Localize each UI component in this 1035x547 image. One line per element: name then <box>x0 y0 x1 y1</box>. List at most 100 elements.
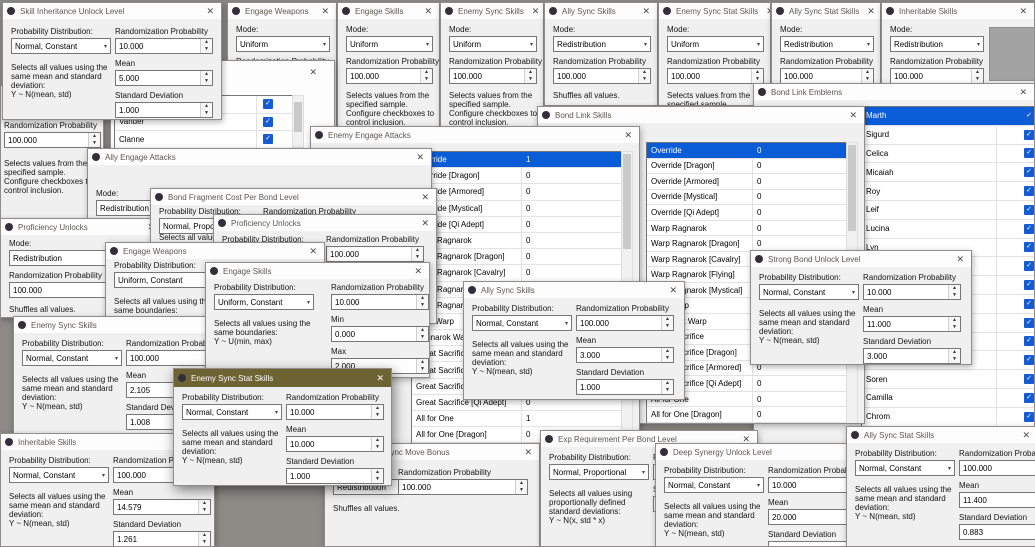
table-row[interactable]: Warp Ragnarok [Cavalry]0 <box>412 265 622 282</box>
spinner-up-icon[interactable]: ▲ <box>417 327 428 334</box>
spinner-up-icon[interactable]: ▲ <box>412 247 423 254</box>
checkbox[interactable]: ✓ <box>1024 374 1034 385</box>
checkbox[interactable]: ✓ <box>1024 411 1034 422</box>
numeric-input[interactable]: 100.000▲▼ <box>667 68 764 84</box>
numeric-input[interactable]: 10.000 ▲▼ <box>286 436 384 452</box>
dropdown-select[interactable]: Redistribution ▾ <box>780 36 874 52</box>
spinner-down-icon[interactable]: ▼ <box>525 76 536 83</box>
spinner-down-icon[interactable]: ▼ <box>201 78 212 85</box>
spinner[interactable]: ▲▼ <box>371 469 383 483</box>
dropdown-select[interactable]: Normal, Constant ▾ <box>9 467 109 483</box>
numeric-input[interactable]: 1.261 ▲ ▼ <box>113 531 211 546</box>
spinner-up-icon[interactable]: ▲ <box>949 317 960 324</box>
spinner[interactable]: ▲▼ <box>948 349 960 363</box>
numeric-input[interactable]: 3.000 ▲ ▼ <box>863 348 961 364</box>
close-icon[interactable]: ✕ <box>521 447 535 458</box>
close-icon[interactable]: ✕ <box>666 285 680 296</box>
numeric-input[interactable]: 10.000 ▲▼ <box>863 284 961 300</box>
list-item[interactable]: Lucina ✓ <box>862 219 1034 239</box>
table-row[interactable]: Override [Mystical] 0 <box>647 189 847 206</box>
dropdown-select[interactable]: Uniform, Constant▾ <box>214 294 314 310</box>
scrollbar-thumb[interactable] <box>848 145 856 231</box>
numeric-input[interactable]: 0.883▲▼ <box>959 524 1035 540</box>
spinner-down-icon[interactable]: ▼ <box>972 76 983 83</box>
spinner-down-icon[interactable]: ▼ <box>752 76 763 83</box>
close-icon[interactable]: ✕ <box>203 6 217 17</box>
spinner-down-icon[interactable]: ▼ <box>201 110 212 117</box>
spinner-down-icon[interactable]: ▼ <box>662 387 673 394</box>
spinner-down-icon[interactable]: ▼ <box>417 302 428 309</box>
spinner-up-icon[interactable]: ▲ <box>972 69 983 76</box>
dropdown-select[interactable]: Uniform, Constant▾ <box>114 272 214 288</box>
checkbox[interactable]: ✓ <box>1024 355 1034 366</box>
spinner[interactable]: ▲▼ <box>416 295 428 309</box>
table-row[interactable]: Override [Qi Adept] 0 <box>647 205 847 221</box>
dropdown-select[interactable]: Uniform ▾ <box>236 36 330 52</box>
close-icon[interactable]: ✕ <box>864 6 878 17</box>
table-row[interactable]: Override 0 <box>647 143 847 159</box>
numeric-input[interactable]: 1.000 ▲ ▼ <box>115 102 213 118</box>
spinner-up-icon[interactable]: ▲ <box>516 480 527 487</box>
table-row[interactable]: All for One [Dragon] 0 <box>647 407 847 423</box>
checkbox[interactable]: ✓ <box>1024 242 1034 253</box>
spinner[interactable]: ▲▼ <box>200 103 212 117</box>
spinner-up-icon[interactable]: ▲ <box>949 349 960 356</box>
close-icon[interactable]: ✕ <box>413 152 427 163</box>
spinner-down-icon[interactable]: ▼ <box>201 46 212 53</box>
spinner[interactable]: ▲▼ <box>751 69 763 83</box>
spinner-up-icon[interactable]: ▲ <box>662 380 673 387</box>
dropdown-select[interactable]: Normal, Constant ▾ <box>22 350 122 366</box>
spinner-down-icon[interactable]: ▼ <box>862 76 873 83</box>
spinner[interactable]: ▲▼ <box>371 405 383 419</box>
close-icon[interactable]: ✕ <box>529 6 543 17</box>
close-icon[interactable]: ✕ <box>1016 87 1030 98</box>
spinner[interactable]: ▲▼ <box>88 133 100 147</box>
dropdown-select[interactable]: Normal, Constant ▾ <box>472 315 572 331</box>
spinner[interactable]: ▲▼ <box>420 69 432 83</box>
table-row[interactable]: Override [Mystical] 0 <box>412 200 622 217</box>
spinner-down-icon[interactable]: ▼ <box>662 323 673 330</box>
list-item[interactable]: Camilla ✓ <box>862 388 1034 408</box>
checkbox[interactable]: ✓ <box>1024 148 1034 159</box>
table-row[interactable]: All for One 1 <box>412 411 622 428</box>
spinner-up-icon[interactable]: ▲ <box>662 316 673 323</box>
list-item[interactable]: Celica ✓ <box>862 144 1034 164</box>
spinner[interactable]: ▲▼ <box>861 69 873 83</box>
numeric-input[interactable]: 100.000▲▼ <box>449 68 537 84</box>
numeric-input[interactable]: 1.000 ▲ ▼ <box>576 379 674 395</box>
list-item[interactable]: Chrom ✓ <box>862 407 1034 427</box>
dropdown-select[interactable]: Normal, Constant ▾ <box>664 477 764 493</box>
spinner-down-icon[interactable]: ▼ <box>372 444 383 451</box>
spinner[interactable]: ▲▼ <box>638 69 650 83</box>
numeric-input[interactable]: 100.000▲▼ <box>346 68 433 84</box>
checkbox[interactable]: ✓ <box>1024 129 1034 140</box>
dropdown-select[interactable]: Normal, Constant ▾ <box>182 404 282 420</box>
spinner-up-icon[interactable]: ▲ <box>372 469 383 476</box>
dropdown-select[interactable]: Normal, Constant ▾ <box>855 460 955 476</box>
spinner-down-icon[interactable]: ▼ <box>372 412 383 419</box>
checkbox[interactable]: ✓ <box>1024 261 1034 272</box>
spinner-down-icon[interactable]: ▼ <box>949 292 960 299</box>
spinner[interactable]: ▲▼ <box>515 480 527 494</box>
spinner-down-icon[interactable]: ▼ <box>949 356 960 363</box>
dropdown-select[interactable]: Normal, Constant ▾ <box>759 284 859 300</box>
checkbox[interactable]: ✓ <box>1024 186 1034 197</box>
table-row[interactable]: Override [Armored] 0 <box>647 174 847 190</box>
checkbox[interactable]: ✓ <box>263 134 273 145</box>
numeric-input[interactable]: 1.000 ▲ ▼ <box>286 468 384 484</box>
spinner[interactable]: ▲▼ <box>524 69 536 83</box>
dropdown-select[interactable]: Normal, Proportional ▾ <box>549 464 649 480</box>
numeric-input[interactable]: 100.000▲▼ <box>890 68 984 84</box>
list-item[interactable]: Marth ✓ <box>862 107 1034 126</box>
checkbox[interactable]: ✓ <box>1024 167 1034 178</box>
spinner[interactable]: ▲▼ <box>198 500 210 514</box>
spinner-up-icon[interactable]: ▲ <box>862 69 873 76</box>
close-icon[interactable]: ✕ <box>1019 430 1033 441</box>
spinner[interactable]: ▲▼ <box>371 437 383 451</box>
spinner-up-icon[interactable]: ▲ <box>417 295 428 302</box>
spinner-up-icon[interactable]: ▲ <box>525 69 536 76</box>
checkbox[interactable]: ✓ <box>1024 317 1034 328</box>
numeric-input[interactable]: 100.000▲▼ <box>959 460 1035 476</box>
spinner-up-icon[interactable]: ▲ <box>201 71 212 78</box>
close-icon[interactable]: ✕ <box>953 254 967 265</box>
